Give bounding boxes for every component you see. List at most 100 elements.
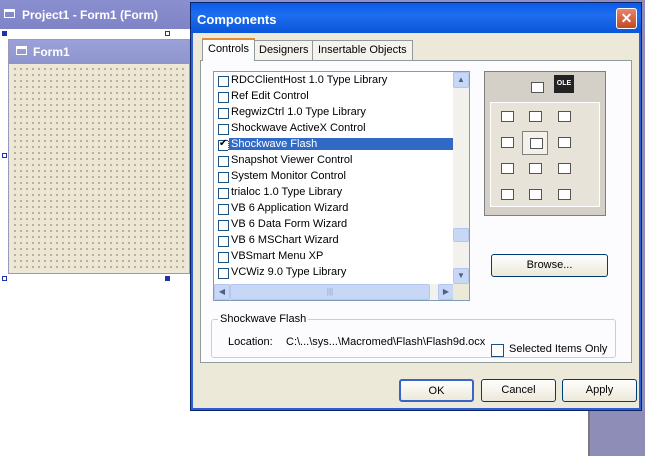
list-item-label: trialoc 1.0 Type Library bbox=[231, 186, 343, 198]
list-item-label: RDCClientHost 1.0 Type Library bbox=[231, 74, 388, 86]
frame-tool-icon bbox=[494, 105, 520, 129]
form-grid-surface[interactable] bbox=[12, 66, 186, 270]
apply-label: Apply bbox=[585, 384, 614, 396]
list-item-label: VBSmart Menu XP bbox=[231, 250, 324, 262]
scroll-up-icon[interactable]: ▲ bbox=[453, 72, 469, 88]
list-item-checkbox[interactable] bbox=[218, 252, 229, 263]
scroll-corner bbox=[453, 284, 469, 300]
toolbox-tool-icon bbox=[524, 76, 550, 100]
resize-handle[interactable] bbox=[2, 31, 7, 36]
list-item-label: Shockwave ActiveX Control bbox=[231, 122, 366, 134]
form-title-bar: Form1 bbox=[9, 40, 189, 64]
tab-controls[interactable]: Controls bbox=[202, 38, 255, 61]
component-info-group: Shockwave Flash Location: C:\...\sys...\… bbox=[211, 313, 616, 358]
progressbar-tool-icon bbox=[494, 131, 520, 155]
components-dialog: Components ✕ Controls Designers Insertab… bbox=[190, 2, 642, 411]
list-item[interactable]: System Monitor Control bbox=[214, 169, 454, 185]
list-item[interactable]: VB 6 Application Wizard bbox=[214, 201, 454, 217]
list-item-checkbox[interactable] bbox=[218, 204, 229, 215]
list-item[interactable]: VB 6 Data Form Wizard bbox=[214, 217, 454, 233]
group-title: Shockwave Flash bbox=[218, 313, 309, 325]
list-item[interactable]: VBSmart Menu XP bbox=[214, 249, 454, 265]
close-icon: ✕ bbox=[620, 10, 633, 26]
list-item-checkbox[interactable] bbox=[218, 156, 229, 167]
resize-handle[interactable] bbox=[165, 276, 170, 281]
tab-insertable-objects[interactable]: Insertable Objects bbox=[312, 40, 413, 60]
horizontal-scroll-thumb[interactable]: ||| bbox=[230, 284, 430, 300]
scroll-right-icon[interactable]: ▶ bbox=[438, 284, 454, 300]
statusbar-tool-icon bbox=[551, 157, 577, 181]
list-item-checkbox[interactable] bbox=[218, 188, 229, 199]
list-item-checkbox[interactable] bbox=[218, 236, 229, 247]
form-icon bbox=[16, 46, 27, 55]
imagelist-tool-icon bbox=[551, 131, 577, 155]
list-item-label: Snapshot Viewer Control bbox=[231, 154, 353, 166]
apply-button[interactable]: Apply bbox=[562, 379, 637, 402]
dialog-title: Components bbox=[197, 12, 277, 27]
cancel-label: Cancel bbox=[501, 384, 536, 396]
form-title: Form1 bbox=[33, 45, 70, 59]
list-item-checkbox[interactable] bbox=[218, 220, 229, 231]
tab-designers[interactable]: Designers bbox=[253, 40, 315, 60]
list-item-label: VCWiz 9.0 Type Library bbox=[231, 266, 347, 278]
tab-label: Designers bbox=[259, 44, 309, 56]
listview-tool-icon bbox=[551, 105, 577, 129]
form-designer[interactable]: Form1 bbox=[8, 39, 190, 274]
list-item[interactable]: Ref Edit Control bbox=[214, 89, 454, 105]
list-item[interactable]: VB 6 MSChart Wizard bbox=[214, 233, 454, 249]
browse-button[interactable]: Browse... bbox=[491, 254, 608, 277]
project-title: Project1 - Form1 (Form) bbox=[22, 8, 159, 22]
horizontal-scrollbar[interactable]: ◀ ||| ▶ bbox=[214, 284, 454, 300]
browse-label: Browse... bbox=[526, 259, 573, 271]
scroll-left-icon[interactable]: ◀ bbox=[214, 284, 230, 300]
list-item-checkbox[interactable] bbox=[218, 76, 229, 87]
list-item-checkbox[interactable] bbox=[218, 124, 229, 135]
list-item[interactable]: RegwizCtrl 1.0 Type Library bbox=[214, 105, 454, 121]
calendar-tool-icon bbox=[551, 183, 577, 207]
resize-handle[interactable] bbox=[2, 153, 7, 158]
list-item-label: VB 6 MSChart Wizard bbox=[231, 234, 339, 246]
command-button-tool-icon bbox=[522, 105, 548, 129]
close-button[interactable]: ✕ bbox=[616, 8, 637, 29]
cancel-button[interactable]: Cancel bbox=[481, 379, 556, 402]
list-item-checkbox[interactable] bbox=[218, 108, 229, 119]
controls-tab-panel: RDCClientHost 1.0 Type Library Ref Edit C… bbox=[200, 60, 632, 363]
list-item-label: RegwizCtrl 1.0 Type Library bbox=[231, 106, 366, 118]
flash-tool-icon bbox=[522, 183, 548, 207]
list-item[interactable]: VCWiz 9.0 Type Library bbox=[214, 265, 454, 281]
list-item-label: VB 6 Data Form Wizard bbox=[231, 218, 348, 230]
tab-label: Controls bbox=[208, 43, 249, 55]
vertical-scrollbar[interactable]: ▲ ▼ bbox=[453, 72, 469, 284]
list-item-label: System Monitor Control bbox=[231, 170, 346, 182]
location-value: C:\...\sys...\Macromed\Flash\Flash9d.ocx bbox=[286, 336, 486, 348]
slider-tool-icon bbox=[494, 183, 520, 207]
scroll-down-icon[interactable]: ▼ bbox=[453, 268, 469, 284]
ok-label: OK bbox=[428, 385, 445, 397]
list-item-label: Shockwave Flash bbox=[228, 137, 455, 151]
list-item[interactable]: trialoc 1.0 Type Library bbox=[214, 185, 454, 201]
location-label: Location: bbox=[228, 336, 273, 348]
window-icon bbox=[4, 9, 15, 18]
tab-label: Insertable Objects bbox=[318, 44, 407, 56]
treeview-tool-icon bbox=[522, 131, 548, 155]
list-item-label: Ref Edit Control bbox=[231, 90, 309, 102]
ok-button[interactable]: OK bbox=[399, 379, 474, 402]
toolbox-preview: OLE bbox=[484, 71, 606, 216]
list-item[interactable]: Snapshot Viewer Control bbox=[214, 153, 454, 169]
toolbar-tool-icon bbox=[522, 157, 548, 181]
dialog-title-bar[interactable]: Components bbox=[191, 3, 641, 33]
vertical-scroll-thumb[interactable] bbox=[453, 228, 469, 242]
list-item-label: VB 6 Application Wizard bbox=[231, 202, 349, 214]
tabstrip-tool-icon bbox=[494, 157, 520, 181]
list-item-checkbox[interactable] bbox=[218, 172, 229, 183]
list-item-checkbox[interactable] bbox=[218, 138, 229, 151]
resize-handle[interactable] bbox=[2, 276, 7, 281]
list-item[interactable]: Shockwave Flash bbox=[214, 137, 455, 153]
list-item[interactable]: RDCClientHost 1.0 Type Library bbox=[214, 73, 454, 89]
list-item-checkbox[interactable] bbox=[218, 92, 229, 103]
list-item-checkbox[interactable] bbox=[218, 268, 229, 279]
resize-handle[interactable] bbox=[165, 31, 170, 36]
list-item[interactable]: Shockwave ActiveX Control bbox=[214, 121, 454, 137]
component-list[interactable]: RDCClientHost 1.0 Type Library Ref Edit C… bbox=[213, 71, 470, 301]
ole-icon: OLE bbox=[554, 75, 574, 93]
